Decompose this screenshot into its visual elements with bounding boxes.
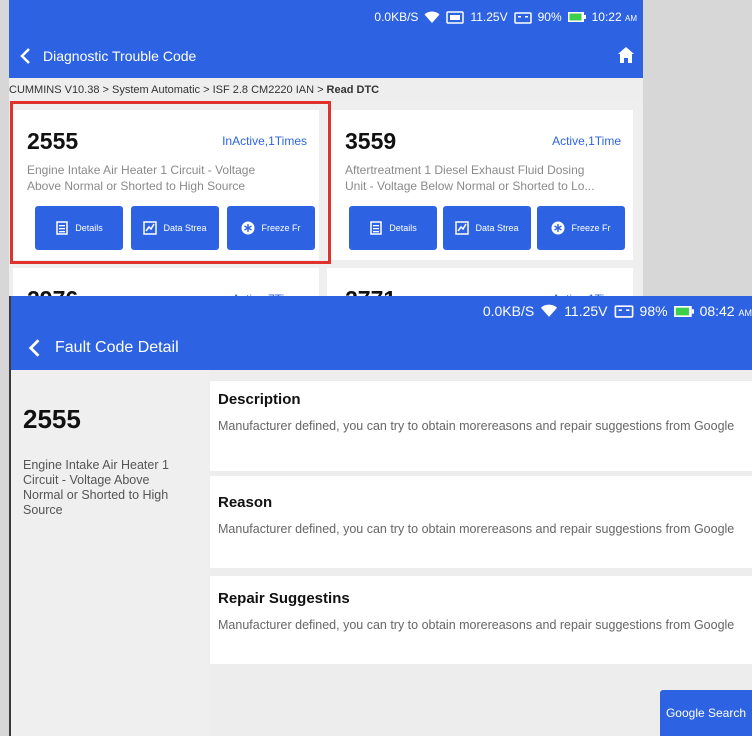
section-heading: Reason: [218, 494, 273, 511]
wifi-icon: [424, 11, 440, 23]
data-stream-icon: [455, 221, 470, 235]
fault-code-detail-screen: 0.0KB/S 11.25V 98% 08:42 AM Fault Code D…: [9, 296, 752, 736]
dtc-code: 3559: [345, 128, 397, 154]
reason-section: Reason Manufacturer defined, you can try…: [210, 476, 752, 568]
page-title: Fault Code Detail: [55, 339, 179, 356]
network-speed: 0.0KB/S: [482, 303, 535, 319]
network-speed: 0.0KB/S: [374, 10, 419, 24]
freeze-frame-icon: [551, 221, 565, 235]
details-button[interactable]: Details: [349, 206, 437, 250]
car-battery-icon: [513, 11, 532, 24]
dtc-description: Aftertreatment 1 Diesel Exhaust Fluid Do…: [345, 163, 595, 193]
selection-highlight: [10, 101, 331, 264]
voltage: 11.25V: [470, 10, 508, 24]
wifi-icon: [541, 304, 558, 317]
google-search-button[interactable]: Google Search: [660, 690, 752, 736]
dtc-status: Active,1Time: [552, 134, 621, 148]
details-icon: [370, 221, 382, 235]
screen-bezel: [9, 296, 11, 736]
fault-description: Engine Intake Air Heater 1 Circuit - Vol…: [23, 458, 169, 517]
dtc-card-3559[interactable]: 3559 Active,1Time Aftertreatment 1 Diese…: [327, 110, 633, 260]
section-text: Manufacturer defined, you can try to obt…: [218, 618, 735, 632]
clock: 10:22 AM: [591, 10, 637, 24]
battery-percent: 98%: [639, 303, 668, 319]
description-section: Description Manufacturer defined, you ca…: [210, 381, 752, 471]
section-text: Manufacturer defined, you can try to obt…: [218, 522, 735, 536]
back-arrow-icon[interactable]: [19, 47, 31, 65]
back-arrow-icon[interactable]: [27, 338, 41, 358]
freeze-frame-button[interactable]: Freeze Fr: [537, 206, 625, 250]
fault-code: 2555: [23, 404, 81, 434]
page-title: Diagnostic Trouble Code: [43, 48, 197, 64]
battery-icon: [567, 12, 586, 22]
status-bar: 0.0KB/S 11.25V 98% 08:42 AM: [9, 296, 752, 326]
car-battery-icon: [614, 305, 633, 318]
battery-icon: [673, 305, 694, 317]
breadcrumb-path: CUMMINS V10.38 > System Automatic > ISF …: [9, 84, 324, 96]
section-heading: Description: [218, 391, 301, 408]
battery-percent: 90%: [537, 10, 562, 24]
status-bar: 0.0KB/S 11.25V 90% 10:22 AM: [9, 0, 643, 34]
sim-icon: [446, 10, 465, 24]
voltage: 11.25V: [564, 303, 608, 319]
section-heading: Repair Suggestins: [218, 590, 350, 607]
detail-header: 0.0KB/S 11.25V 98% 08:42 AM Fault Code D…: [9, 296, 752, 370]
breadcrumb-current: Read DTC: [326, 84, 380, 96]
data-stream-button[interactable]: Data Strea: [443, 206, 531, 250]
breadcrumb: CUMMINS V10.38 > System Automatic > ISF …: [9, 78, 643, 102]
title-bar: Fault Code Detail: [9, 326, 752, 370]
fault-summary-panel: 2555 Engine Intake Air Heater 1 Circuit …: [9, 370, 209, 736]
dtc-header: 0.0KB/S 11.25V 90% 10:22 AM Diagnostic T…: [9, 0, 643, 78]
title-bar: Diagnostic Trouble Code: [9, 34, 643, 78]
repair-suggestions-section: Repair Suggestins Manufacturer defined, …: [210, 576, 752, 664]
section-text: Manufacturer defined, you can try to obt…: [218, 419, 735, 433]
clock: 08:42 AM: [699, 303, 752, 319]
home-icon[interactable]: [617, 46, 635, 64]
